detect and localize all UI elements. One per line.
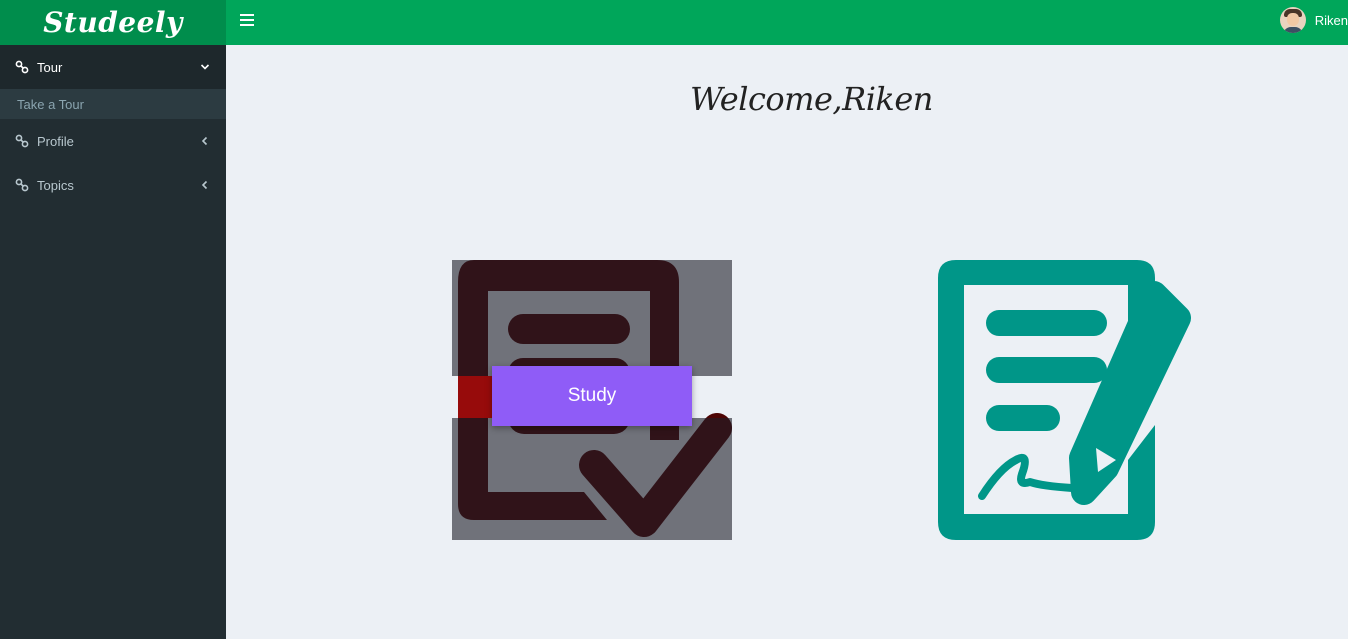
- top-navbar: Riken: [226, 0, 1348, 45]
- link-icon: [15, 178, 29, 192]
- user-menu[interactable]: Riken: [1279, 7, 1348, 33]
- study-card[interactable]: Study: [452, 260, 732, 540]
- document-signature-icon: [938, 260, 1191, 540]
- chevron-left-icon: [201, 180, 208, 190]
- test-card[interactable]: [938, 260, 1218, 540]
- card-overlay: [452, 418, 732, 540]
- link-icon: [15, 60, 29, 74]
- brand-logo[interactable]: Studeely: [0, 0, 226, 45]
- study-button[interactable]: Study: [492, 366, 692, 426]
- chevron-down-icon: [200, 64, 210, 70]
- hamburger-menu-icon[interactable]: [240, 14, 254, 26]
- sidebar-subitem-take-a-tour[interactable]: Take a Tour: [0, 89, 226, 119]
- link-icon: [15, 134, 29, 148]
- sidebar: Tour Take a Tour Profile Topics: [0, 45, 226, 639]
- chevron-left-icon: [201, 136, 208, 146]
- sidebar-item-label: Tour: [37, 59, 63, 75]
- sidebar-item-label: Profile: [37, 133, 74, 149]
- avatar: [1279, 7, 1306, 33]
- sidebar-item-tour[interactable]: Tour: [0, 45, 226, 89]
- sidebar-item-topics[interactable]: Topics: [0, 163, 226, 207]
- brand-name: Studeely: [43, 6, 183, 39]
- card-highlight: [458, 376, 492, 418]
- sidebar-item-profile[interactable]: Profile: [0, 119, 226, 163]
- card-overlay: [452, 260, 732, 376]
- page-title: Welcome,Riken: [690, 80, 933, 118]
- sidebar-item-label: Topics: [37, 177, 74, 193]
- user-name: Riken: [1314, 12, 1348, 28]
